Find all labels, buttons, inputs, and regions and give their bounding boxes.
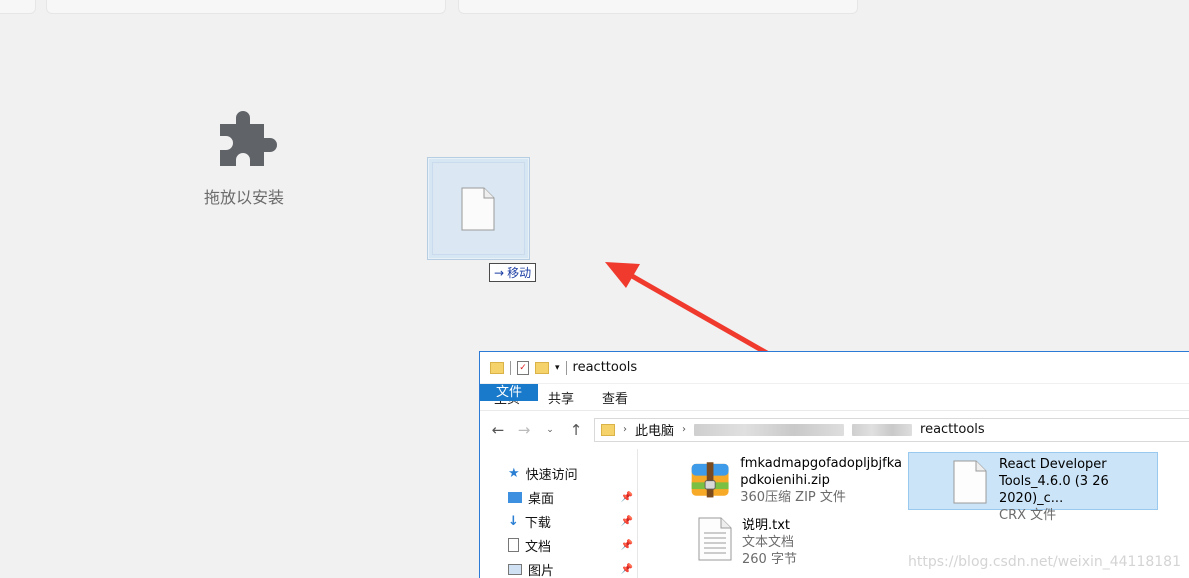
chevron-down-icon[interactable]: ▾ <box>555 363 560 373</box>
breadcrumb-reacttools[interactable]: reacttools <box>920 422 985 437</box>
tab-file[interactable]: 文件 <box>480 384 539 401</box>
nav-item-label: 快速访问 <box>525 467 578 483</box>
blurred-path <box>852 423 913 436</box>
breadcrumb-separator-icon: › <box>623 424 627 435</box>
download-icon: ↓ <box>508 513 519 529</box>
file-type: CRX 文件 <box>999 508 1057 523</box>
document-icon <box>508 538 519 552</box>
star-icon: ★ <box>508 465 520 481</box>
navigation-pane: ★ 快速访问 桌面 📌 ↓ 下载 📌 文档 📌 图片 📌 <box>480 449 638 578</box>
nav-item-label: 图片 <box>528 563 555 578</box>
file-explorer-window: ✓ ▾ reacttools 文件 主页 共享 查看 ← → ⌄ ↑ › 此电脑… <box>479 351 1189 578</box>
pin-icon[interactable]: 📌 <box>621 564 633 575</box>
file-icon <box>953 460 987 504</box>
file-item-zip[interactable]: fmkadmapgofadopljbjfka pdkoienihi.zip 36… <box>690 455 902 506</box>
forward-arrow-icon[interactable]: → <box>516 421 532 439</box>
nav-item-label: 文档 <box>525 539 552 555</box>
nav-item-quick-access[interactable]: ★ 快速访问 <box>480 461 637 485</box>
nav-item-downloads[interactable]: ↓ 下载 📌 <box>480 509 637 533</box>
file-type: 文本文档 <box>742 535 795 550</box>
address-row: ← → ⌄ ↑ › 此电脑 › reacttools <box>480 410 1189 448</box>
blurred-path <box>694 423 845 436</box>
nav-item-documents[interactable]: 文档 📌 <box>480 533 637 557</box>
tab-share[interactable]: 共享 <box>534 384 588 410</box>
zip-archive-icon <box>691 462 729 498</box>
breadcrumb-this-pc[interactable]: 此电脑 <box>635 420 674 439</box>
title-bar: ✓ ▾ reacttools <box>480 352 1189 384</box>
ribbon: 文件 主页 共享 查看 <box>480 384 1189 410</box>
nav-item-label: 桌面 <box>528 491 555 507</box>
back-arrow-icon[interactable]: ← <box>490 421 506 439</box>
recent-locations-icon[interactable]: ⌄ <box>542 425 558 435</box>
file-name: fmkadmapgofadopljbjfka <box>740 456 902 471</box>
folder-icon <box>601 423 615 436</box>
nav-item-pictures[interactable]: 图片 📌 <box>480 557 637 578</box>
folder-icon <box>490 361 504 374</box>
picture-icon <box>508 563 522 575</box>
desktop-icon <box>508 491 522 503</box>
tab-view[interactable]: 查看 <box>588 384 642 410</box>
file-type: 360压缩 ZIP 文件 <box>740 490 846 505</box>
window-title: reacttools <box>572 360 638 375</box>
nav-item-label: 下载 <box>524 515 551 531</box>
properties-icon[interactable]: ✓ <box>517 360 529 375</box>
up-arrow-icon[interactable]: ↑ <box>568 421 584 439</box>
file-name: Tools_4.6.0 (3 26 2020)_c... <box>999 474 1109 506</box>
file-item-crx[interactable]: React Developer Tools_4.6.0 (3 26 2020)_… <box>908 452 1158 523</box>
address-bar[interactable]: › 此电脑 › reacttools <box>594 417 1189 442</box>
file-name: pdkoienihi.zip <box>740 473 830 488</box>
text-file-icon <box>698 517 732 561</box>
file-name: 说明.txt <box>742 518 791 533</box>
pin-icon[interactable]: 📌 <box>621 492 633 503</box>
pin-icon[interactable]: 📌 <box>621 516 633 527</box>
breadcrumb-separator-icon: › <box>682 424 687 435</box>
watermark: https://blog.csdn.net/weixin_44118181 <box>907 554 1181 570</box>
file-name: React Developer <box>999 457 1107 472</box>
file-size: 260 字节 <box>742 552 797 567</box>
file-item-txt[interactable]: 说明.txt 文本文档 260 字节 <box>698 517 878 568</box>
pin-icon[interactable]: 📌 <box>621 540 633 551</box>
nav-item-desktop[interactable]: 桌面 📌 <box>480 485 637 509</box>
new-folder-icon[interactable] <box>535 361 549 374</box>
